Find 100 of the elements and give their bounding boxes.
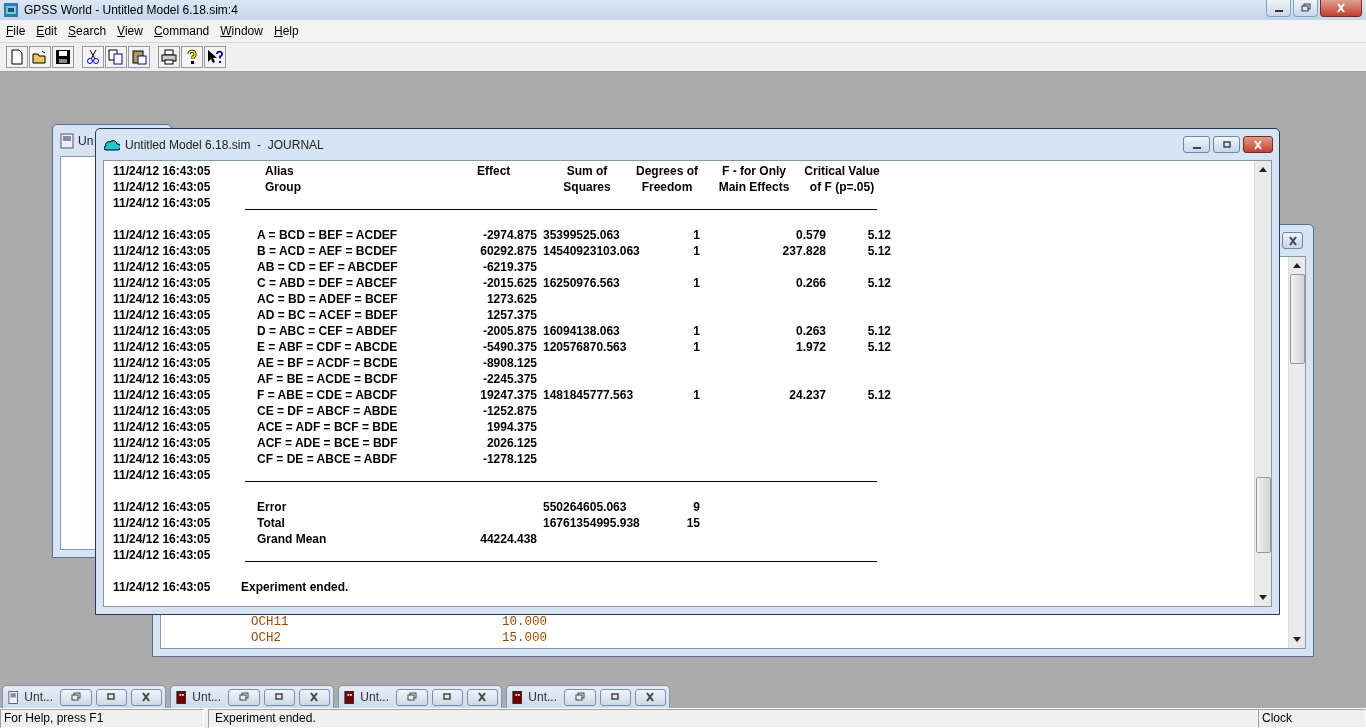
- table-cell: -1252.875: [482, 404, 537, 418]
- alias-group: B = ACD = AEF = BCDEF: [257, 244, 398, 258]
- table-cell: 19247.375: [480, 388, 537, 402]
- toolbar-button[interactable]: [105, 46, 127, 68]
- table-cell: 0.579: [795, 228, 826, 242]
- column-header: Freedom: [641, 180, 693, 194]
- close-button[interactable]: [466, 688, 498, 706]
- close-button[interactable]: [1282, 232, 1303, 249]
- restore-button[interactable]: [228, 688, 260, 706]
- close-button[interactable]: [130, 688, 162, 706]
- table-cell: -5490.375: [482, 340, 537, 354]
- table-cell: -2005.875: [482, 324, 537, 338]
- maximize-icon: [273, 692, 286, 702]
- toolbar-button[interactable]: [181, 46, 203, 68]
- menu-item[interactable]: Edit: [32, 24, 62, 38]
- book-icon: [176, 689, 187, 705]
- table-cell: 1: [693, 388, 700, 402]
- restore-button[interactable]: [60, 688, 92, 706]
- toolbar-button[interactable]: [158, 46, 180, 68]
- window-title: Unt...: [192, 690, 223, 704]
- column-header: Group: [265, 180, 301, 194]
- timestamp: 11/24/12 16:43:05: [113, 468, 212, 482]
- timestamp: 11/24/12 16:43:05: [113, 340, 212, 354]
- menu-item[interactable]: Window: [216, 24, 267, 38]
- menu-item[interactable]: Command: [149, 24, 214, 38]
- timestamp: 11/24/12 16:43:05: [113, 308, 212, 322]
- timestamp: 11/24/12 16:43:05: [113, 164, 212, 178]
- restore-button[interactable]: [564, 688, 596, 706]
- alias-group: CF = DE = ABCE = ABDF: [257, 452, 398, 466]
- close-icon: [1335, 3, 1347, 13]
- alias-group: AE = BF = ACDF = BCDE: [257, 356, 398, 370]
- menu-item[interactable]: Help: [269, 24, 303, 38]
- alias-group: AF = BE = ACDE = BCDF: [257, 372, 398, 386]
- column-header: of F (p=.05): [809, 180, 875, 194]
- minimized-window[interactable]: Unt...: [338, 685, 502, 708]
- column-header: Sum of: [566, 164, 608, 178]
- alias-group: Error: [257, 500, 287, 514]
- window-title: Unt...: [24, 690, 55, 704]
- timestamp: 11/24/12 16:43:05: [113, 388, 212, 402]
- scroll-thumb[interactable]: [1289, 274, 1305, 364]
- alias-group: CE = DF = ABCF = ABDE: [257, 404, 398, 418]
- restore-icon: [574, 692, 586, 702]
- scroll-thumb[interactable]: [1255, 477, 1271, 553]
- restore-button[interactable]: [396, 688, 428, 706]
- context-help-icon: [207, 49, 223, 65]
- table-cell: -2015.625: [482, 276, 537, 290]
- copy-icon: [108, 49, 124, 65]
- alias-group: Total: [257, 516, 285, 530]
- close-button[interactable]: [1243, 136, 1273, 153]
- book-icon: [344, 689, 355, 705]
- maximize-button[interactable]: [599, 688, 631, 706]
- scroll-up-icon: [1293, 263, 1301, 268]
- minimize-button[interactable]: [1183, 136, 1210, 153]
- restore-icon: [406, 692, 418, 702]
- alias-group: AD = BC = ACEF = BDEF: [257, 308, 398, 322]
- close-button[interactable]: [1320, 0, 1362, 17]
- timestamp: 11/24/12 16:43:05: [113, 276, 212, 290]
- window-title: Unt...: [528, 690, 559, 704]
- timestamp: 11/24/12 16:43:05: [113, 356, 212, 370]
- scrollbar[interactable]: [1254, 161, 1271, 606]
- maximize-button[interactable]: [95, 688, 127, 706]
- maximize-icon: [1220, 139, 1233, 150]
- restore-icon: [1299, 3, 1312, 13]
- column-header: Alias: [265, 164, 294, 178]
- open-folder-icon: [32, 49, 48, 65]
- minimized-window[interactable]: Unt...: [2, 685, 166, 708]
- alias-group: AB = CD = EF = ABCDEF: [257, 260, 398, 274]
- table-cell: 15: [686, 516, 700, 530]
- window-title: Unt...: [360, 690, 391, 704]
- maximize-button[interactable]: [431, 688, 463, 706]
- close-button[interactable]: [634, 688, 666, 706]
- table-cell: 1: [693, 244, 700, 258]
- restore-icon: [70, 692, 82, 702]
- scrollbar[interactable]: [1288, 257, 1305, 648]
- maximize-button[interactable]: [263, 688, 295, 706]
- table-cell: 16250976.563: [543, 276, 620, 290]
- alias-group: F = ABE = CDE = ABCDF: [257, 388, 398, 402]
- toolbar-button[interactable]: [82, 46, 104, 68]
- restore-button[interactable]: [1293, 0, 1318, 17]
- alias-group: D = ABC = CEF = ABDEF: [257, 324, 398, 338]
- toolbar-button[interactable]: [52, 46, 74, 68]
- close-button[interactable]: [298, 688, 330, 706]
- maximize-button[interactable]: [1213, 136, 1240, 153]
- document-icon: [8, 689, 19, 705]
- alias-group: C = ABD = DEF = ABCEF: [257, 276, 398, 290]
- minimized-window[interactable]: Unt...: [170, 685, 334, 708]
- table-cell: -6219.375: [482, 260, 537, 274]
- menu-item[interactable]: Search: [64, 24, 111, 38]
- minimized-window[interactable]: Unt...: [506, 685, 670, 708]
- minimize-button[interactable]: [1266, 0, 1291, 17]
- table-cell: -8908.125: [482, 356, 537, 370]
- paste-icon: [131, 49, 147, 65]
- timestamp: 11/24/12 16:43:05: [113, 580, 212, 594]
- toolbar-button[interactable]: [128, 46, 150, 68]
- table-cell: 1: [693, 228, 700, 242]
- menu-item[interactable]: File: [2, 24, 30, 38]
- toolbar-button[interactable]: [204, 46, 226, 68]
- menu-item[interactable]: View: [113, 24, 147, 38]
- scroll-down-icon: [1293, 637, 1301, 642]
- table-cell: 35399525.063: [543, 228, 620, 242]
